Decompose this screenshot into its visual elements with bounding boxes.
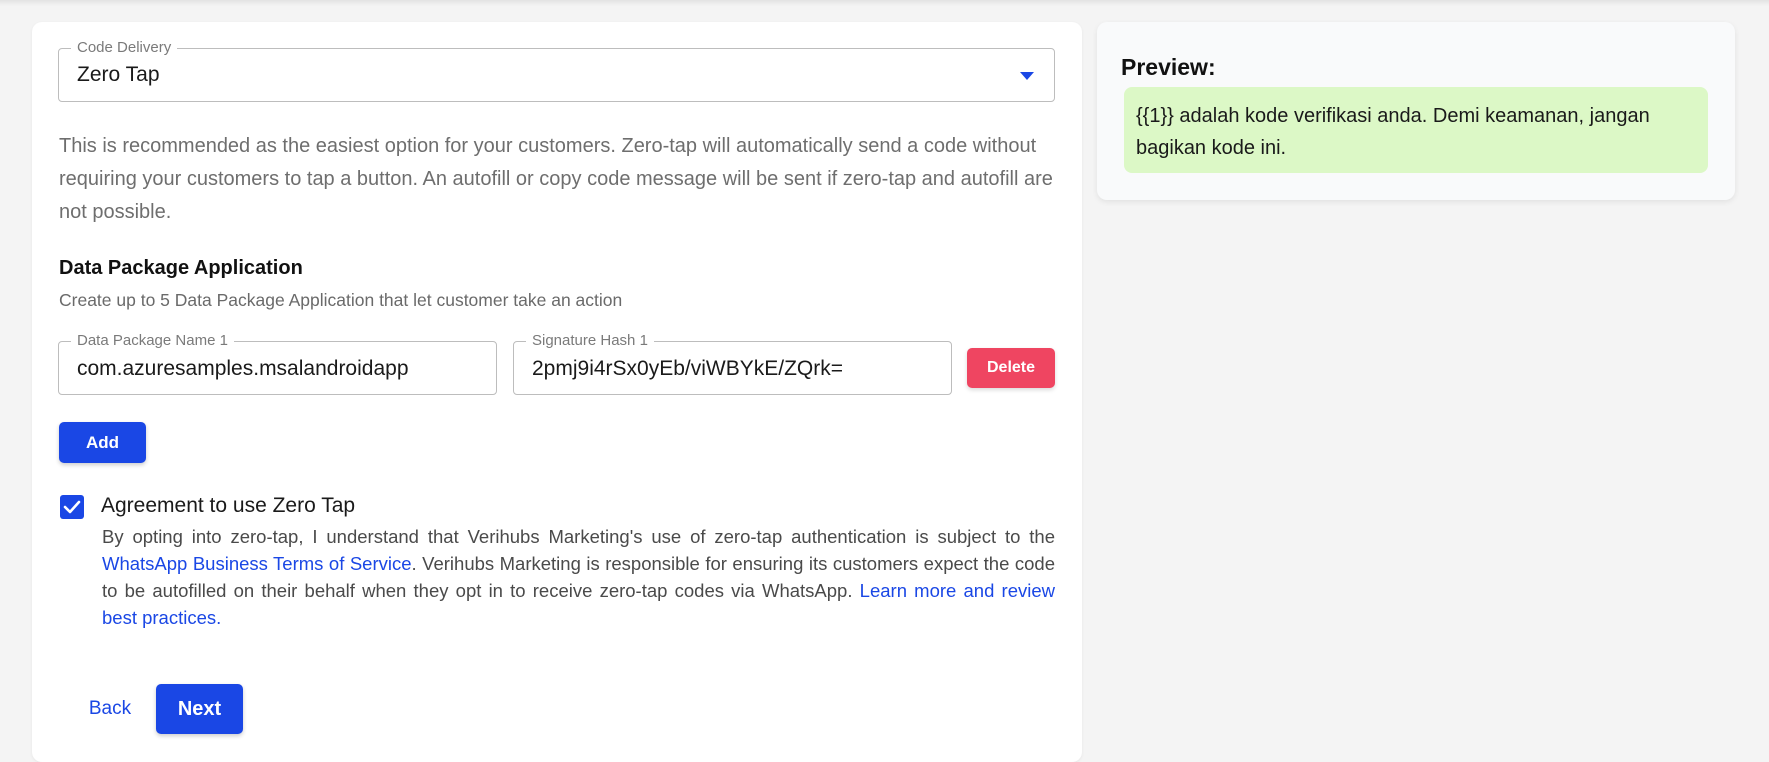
template-form-card: Code Delivery Zero Tap This is recommend… bbox=[32, 22, 1082, 762]
preview-message-bubble: {{1}} adalah kode verifikasi anda. Demi … bbox=[1124, 87, 1708, 173]
delete-button[interactable]: Delete bbox=[967, 348, 1055, 388]
checkmark-icon bbox=[63, 500, 81, 514]
code-delivery-select[interactable]: Code Delivery Zero Tap bbox=[58, 39, 1055, 102]
preview-title: Preview: bbox=[1121, 54, 1216, 80]
top-bar-shadow bbox=[0, 0, 1769, 6]
code-delivery-value: Zero Tap bbox=[77, 63, 160, 86]
data-package-subtitle: Create up to 5 Data Package Application … bbox=[59, 290, 623, 310]
terms-of-service-link[interactable]: WhatsApp Business Terms of Service bbox=[102, 553, 412, 574]
back-button[interactable]: Back bbox=[72, 684, 148, 734]
chevron-down-icon[interactable] bbox=[1020, 72, 1034, 80]
data-package-name-label: Data Package Name 1 bbox=[71, 332, 234, 350]
code-delivery-description: This is recommended as the easiest optio… bbox=[59, 135, 1053, 223]
code-delivery-label: Code Delivery bbox=[71, 39, 178, 57]
data-package-title: Data Package Application bbox=[59, 257, 303, 279]
signature-hash-label: Signature Hash 1 bbox=[526, 332, 654, 350]
next-button[interactable]: Next bbox=[156, 684, 243, 734]
agreement-text: By opting into zero-tap, I understand th… bbox=[102, 523, 1055, 631]
agreement-checkbox[interactable] bbox=[60, 495, 84, 519]
data-package-name-field[interactable]: Data Package Name 1 com.azuresamples.msa… bbox=[58, 332, 497, 395]
preview-card: Preview: {{1}} adalah kode verifikasi an… bbox=[1097, 22, 1735, 200]
agreement-text-before: By opting into zero-tap, I understand th… bbox=[102, 526, 1055, 547]
signature-hash-field[interactable]: Signature Hash 1 2pmj9i4rSx0yEb/viWBYkE/… bbox=[513, 332, 952, 395]
signature-hash-value: 2pmj9i4rSx0yEb/viWBYkE/ZQrk= bbox=[532, 357, 844, 380]
agreement-label: Agreement to use Zero Tap bbox=[101, 494, 356, 517]
add-button[interactable]: Add bbox=[59, 422, 146, 463]
data-package-name-value: com.azuresamples.msalandroidapp bbox=[77, 357, 409, 380]
